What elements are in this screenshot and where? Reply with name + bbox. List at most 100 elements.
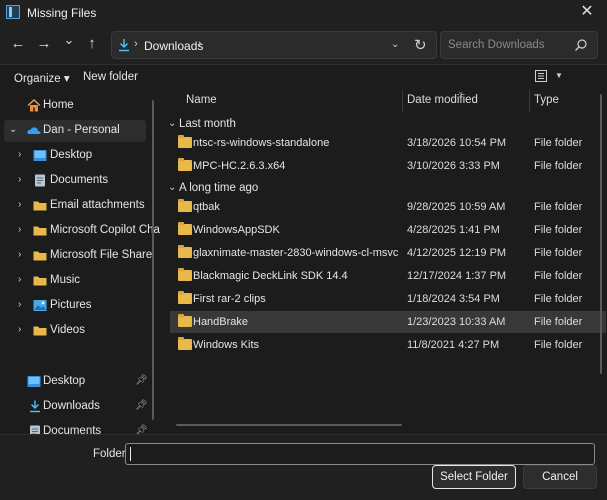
folder-icon	[178, 199, 192, 212]
file-row[interactable]: First rar-2 clips 1/18/2024 3:54 PM File…	[170, 288, 606, 310]
chevron-down-icon[interactable]: ⌄	[9, 124, 17, 135]
navigation-bar: ← → ⌄ ↑ › Downloads › ⌄ ↻ Search Downloa…	[0, 26, 607, 64]
back-button[interactable]: ←	[7, 33, 29, 55]
chevron-right-icon[interactable]: ›	[18, 199, 21, 210]
chevron-down-icon[interactable]: ⌄	[168, 118, 176, 129]
quick-access-downloads[interactable]: Downloads 📌︎	[0, 396, 148, 418]
chevron-right-icon[interactable]: ›	[18, 274, 21, 285]
sidebar-item-documents[interactable]: › Documents	[0, 170, 148, 192]
file-row-selected[interactable]: HandBrake 1/23/2023 10:33 AM File folder	[170, 311, 606, 333]
horizontal-scrollbar[interactable]	[176, 424, 402, 426]
organize-menu[interactable]: Organize ▾	[14, 71, 70, 85]
folder-icon	[33, 326, 47, 336]
sidebar-scrollbar[interactable]	[152, 100, 154, 420]
refresh-button[interactable]: ↻	[414, 36, 427, 54]
pictures-folder-icon	[33, 300, 47, 311]
sidebar-item-music[interactable]: › Music	[0, 270, 148, 292]
pin-icon[interactable]: 📌︎	[135, 375, 148, 386]
folder-icon	[178, 245, 192, 258]
breadcrumb-downloads[interactable]: Downloads	[144, 39, 203, 53]
folder-icon	[178, 337, 192, 350]
onedrive-icon	[27, 127, 41, 134]
chevron-right-icon[interactable]: ›	[198, 38, 202, 50]
file-date: 4/12/2025 12:19 PM	[407, 247, 507, 259]
file-type: File folder	[534, 224, 583, 236]
pin-icon[interactable]: 📌︎	[135, 400, 148, 411]
vertical-scrollbar[interactable]	[600, 94, 602, 374]
file-type: File folder	[534, 160, 583, 172]
sidebar-item-email-attachments[interactable]: › Email attachments	[0, 195, 148, 217]
group-header-long-time-ago[interactable]: ⌄ A long time ago	[160, 178, 580, 198]
column-divider[interactable]	[402, 90, 403, 112]
sidebar-item-label: Desktop	[43, 375, 86, 387]
sort-descending-icon: ⌄	[457, 86, 465, 96]
downloads-icon	[30, 400, 40, 413]
sidebar-item-label: Dan - Personal	[43, 124, 120, 136]
address-history-dropdown[interactable]: ⌄	[391, 39, 399, 50]
quick-access-documents[interactable]: Documents 📌︎	[0, 421, 148, 434]
view-options-icon[interactable]	[535, 70, 547, 82]
chevron-down-icon[interactable]: ▼	[555, 71, 563, 80]
sidebar-item-pictures[interactable]: › Pictures	[0, 295, 148, 317]
file-date: 9/28/2025 10:59 AM	[407, 201, 506, 213]
column-header-type[interactable]: Type	[534, 94, 559, 106]
sidebar-item-label: Desktop	[50, 149, 93, 161]
sidebar-item-label: Downloads	[43, 400, 100, 412]
chevron-down-icon[interactable]: ⌄	[168, 182, 176, 193]
sidebar-item-videos[interactable]: › Videos	[0, 320, 148, 342]
dialog-footer: Folder: Select Folder Cancel	[0, 434, 607, 500]
column-header-name[interactable]: Name	[186, 94, 217, 106]
search-box[interactable]: Search Downloads	[440, 31, 598, 59]
file-row[interactable]: glaxnimate-master-2830-windows-cl-msvc20…	[170, 242, 606, 264]
file-row[interactable]: ntsc-rs-windows-standalone 3/18/2026 10:…	[170, 132, 606, 154]
file-row[interactable]: Blackmagic DeckLink SDK 14.4 12/17/2024 …	[170, 265, 606, 287]
pin-icon[interactable]: 📌︎	[135, 425, 148, 434]
folder-icon	[33, 251, 47, 261]
chevron-right-icon: ›	[134, 38, 138, 50]
file-date: 4/28/2025 1:41 PM	[407, 224, 500, 236]
sidebar-item-file-share[interactable]: › Microsoft File Share	[0, 245, 152, 267]
chevron-right-icon[interactable]: ›	[18, 174, 21, 185]
chevron-right-icon[interactable]: ›	[18, 249, 21, 260]
address-bar[interactable]: › Downloads › ⌄ ↻	[111, 31, 437, 59]
sidebar-item-copilot-chat[interactable]: › Microsoft Copilot Chat	[0, 220, 160, 242]
folder-icon	[33, 226, 47, 236]
group-label: A long time ago	[179, 182, 259, 194]
recent-locations-button[interactable]: ⌄	[58, 29, 80, 51]
folder-icon	[33, 201, 47, 211]
column-divider[interactable]	[529, 90, 530, 112]
close-button[interactable]: ✕	[567, 0, 607, 26]
sidebar-item-label: Home	[43, 99, 74, 111]
chevron-right-icon[interactable]: ›	[18, 299, 21, 310]
file-date: 1/18/2024 3:54 PM	[407, 293, 500, 305]
select-folder-button[interactable]: Select Folder	[432, 465, 516, 489]
new-folder-button[interactable]: New folder	[83, 71, 138, 83]
file-row[interactable]: MPC-HC.2.6.3.x64 3/10/2026 3:33 PM File …	[170, 155, 606, 177]
sidebar-item-onedrive[interactable]: ⌄ Dan - Personal	[4, 120, 146, 142]
command-bar: Organize ▾ New folder ▼	[0, 64, 607, 90]
group-header-last-month[interactable]: ⌄ Last month	[160, 114, 580, 134]
cancel-button[interactable]: Cancel	[523, 465, 597, 489]
file-row[interactable]: qtbak 9/28/2025 10:59 AM File folder	[170, 196, 606, 218]
file-type: File folder	[534, 293, 583, 305]
forward-button[interactable]: →	[33, 33, 55, 55]
file-row[interactable]: Windows Kits 11/8/2021 4:27 PM File fold…	[170, 334, 606, 356]
file-name: glaxnimate-master-2830-windows-cl-msvc20…	[193, 247, 398, 259]
folder-label: Folder:	[93, 448, 129, 460]
search-icon[interactable]	[574, 38, 588, 52]
chevron-right-icon[interactable]: ›	[18, 149, 21, 160]
sidebar-item-label: Microsoft File Share	[50, 249, 153, 261]
sidebar-item-home[interactable]: Home	[0, 95, 148, 117]
folder-input[interactable]	[125, 443, 595, 465]
up-button[interactable]: ↑	[81, 33, 103, 55]
folder-icon	[178, 158, 192, 171]
chevron-right-icon[interactable]: ›	[18, 324, 21, 335]
search-input[interactable]: Search Downloads	[448, 39, 545, 51]
chevron-right-icon[interactable]: ›	[18, 224, 21, 235]
window-title: Missing Files	[27, 6, 97, 20]
file-name: Blackmagic DeckLink SDK 14.4	[193, 270, 348, 282]
quick-access-desktop[interactable]: Desktop 📌︎	[0, 371, 148, 393]
file-row[interactable]: WindowsAppSDK 4/28/2025 1:41 PM File fol…	[170, 219, 606, 241]
column-header-date-modified[interactable]: Date modified	[407, 94, 478, 106]
sidebar-item-desktop[interactable]: › Desktop	[0, 145, 148, 167]
